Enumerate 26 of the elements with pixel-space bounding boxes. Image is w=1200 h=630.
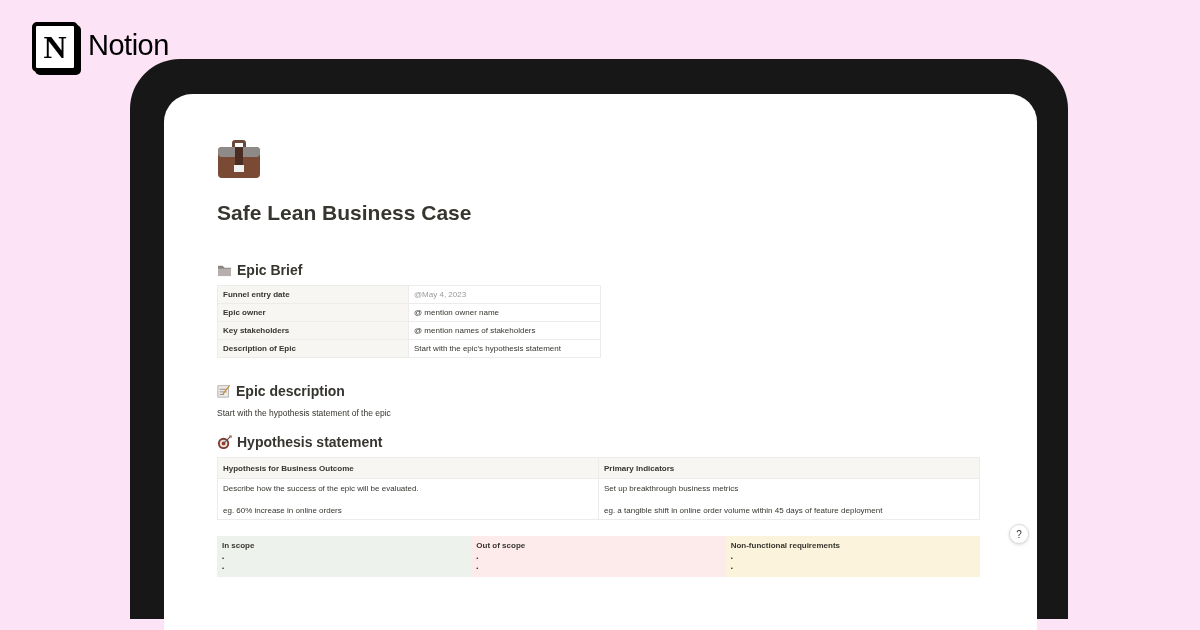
memo-icon xyxy=(217,384,231,398)
column-header: In scope xyxy=(222,540,256,552)
page-title: Safe Lean Business Case xyxy=(217,201,473,225)
table-cell: Funnel entry date xyxy=(217,285,409,304)
section-heading: Epic Brief xyxy=(237,262,303,278)
briefcase-icon xyxy=(217,139,261,179)
section-heading: Hypothesis statement xyxy=(237,434,383,450)
cell-text: eg. a tangible shift in online order volume within 45 days of feature deployment xyxy=(604,505,884,516)
date-cell: @May 4, 2023 xyxy=(408,285,601,304)
column-header: Non-functional requirements xyxy=(730,540,841,552)
column-header: Hypothesis for Business Outcome xyxy=(217,457,599,479)
section-heading: Epic description xyxy=(236,383,345,399)
table-cell: @ mention names of stakeholders xyxy=(408,321,601,340)
column-header: Out of scope xyxy=(476,540,527,552)
target-icon xyxy=(217,434,232,450)
help-button[interactable]: ? xyxy=(1009,524,1029,544)
column-header: Primary Indicators xyxy=(598,457,980,479)
brand-name: Notion xyxy=(88,28,169,62)
cell-text: eg. 60% increase in online orders xyxy=(223,505,343,516)
paragraph: Start with the hypothesis statement of the epic xyxy=(217,408,392,418)
cell-text: Describe how the success of the epic will be evaluated. xyxy=(223,483,420,494)
table-cell: Start with the epic's hypothesis statement xyxy=(408,339,601,358)
cell-text: Set up breakthrough business metrics xyxy=(604,483,740,494)
folder-icon xyxy=(217,263,232,277)
table-cell: @ mention owner name xyxy=(408,303,601,322)
notion-logo: N xyxy=(32,22,78,72)
